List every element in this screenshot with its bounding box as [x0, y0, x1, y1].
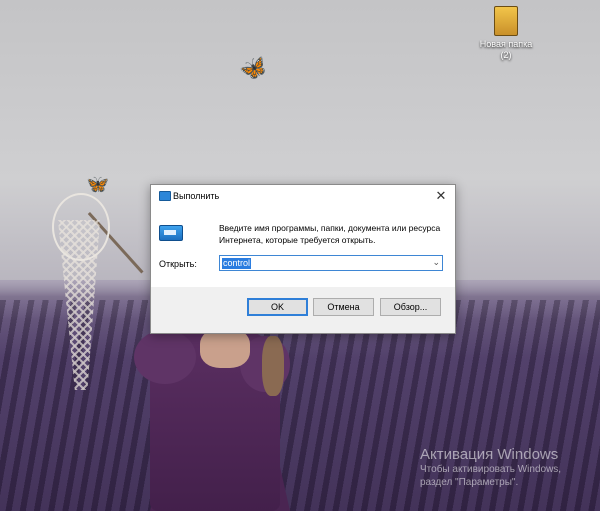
desktop-icon-label: Новая папка (2) — [476, 39, 536, 61]
dialog-titlebar[interactable]: Выполнить ✕ — [151, 185, 455, 207]
desktop-icon-new-folder[interactable]: Новая папка (2) — [476, 6, 536, 61]
desktop-icon-label-line1: Новая папка — [479, 39, 533, 49]
girl-hands — [200, 328, 250, 368]
dialog-title: Выполнить — [173, 191, 220, 201]
chevron-down-icon[interactable]: ⌄ — [432, 257, 440, 268]
watermark-title: Активация Windows — [420, 446, 559, 463]
dialog-description: Введите имя программы, папки, документа … — [219, 223, 441, 245]
net-ring — [52, 193, 110, 261]
run-app-icon — [159, 191, 171, 201]
open-label: Открыть: — [159, 259, 197, 269]
butterfly-icon: 🦋 — [236, 52, 271, 85]
cancel-button[interactable]: Отмена — [313, 298, 374, 316]
girl-hair — [262, 336, 284, 396]
run-dialog: Выполнить ✕ Введите имя программы, папки… — [150, 184, 456, 334]
desktop-icon-label-line2: (2) — [500, 50, 512, 60]
butterfly-icon: 🦋 — [84, 172, 111, 196]
run-program-icon — [159, 225, 183, 241]
open-input-value[interactable]: control — [222, 258, 252, 269]
folder-icon — [494, 6, 518, 36]
girl-sleeve-left — [134, 330, 196, 384]
activation-watermark: Активация Windows Чтобы активировать Win… — [420, 446, 600, 489]
close-button[interactable]: ✕ — [427, 185, 455, 207]
watermark-line2: раздел "Параметры". — [420, 477, 519, 488]
ok-button[interactable]: OK — [247, 298, 308, 316]
watermark-line1: Чтобы активировать Windows, — [420, 464, 562, 475]
open-combobox[interactable]: control ⌄ — [219, 255, 443, 271]
browse-button[interactable]: Обзор... — [380, 298, 441, 316]
